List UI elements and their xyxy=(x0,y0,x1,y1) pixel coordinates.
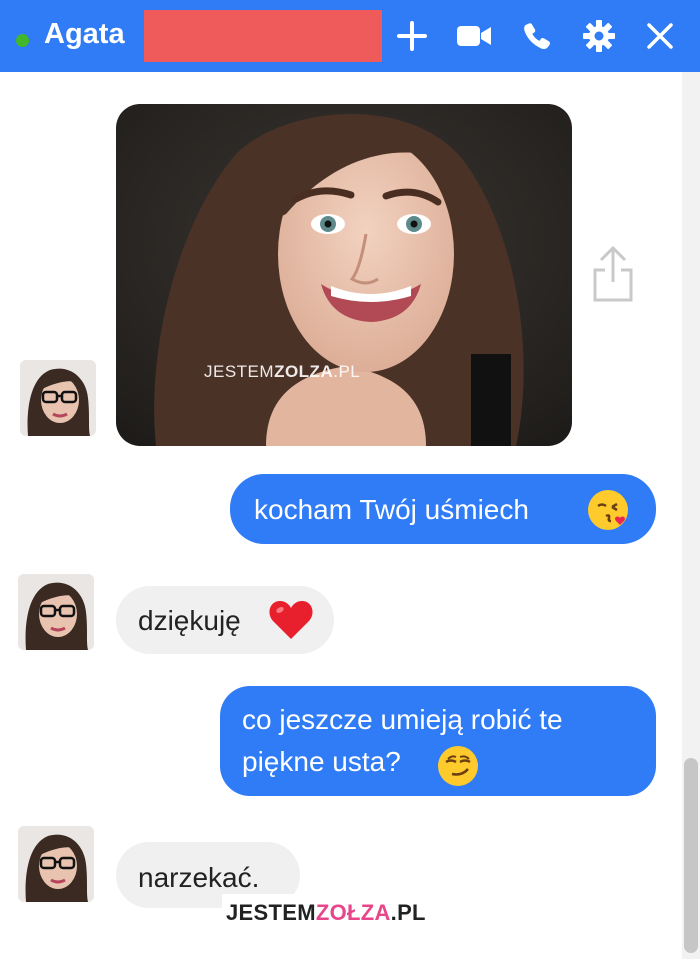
message-text: kocham Twój uśmiech xyxy=(254,494,529,525)
message-text-line2: piękne usta? xyxy=(242,746,401,777)
settings-icon[interactable] xyxy=(581,18,617,54)
outgoing-message[interactable]: kocham Twój uśmiech xyxy=(230,474,656,544)
add-icon[interactable] xyxy=(394,18,430,54)
kissing-face-emoji xyxy=(586,488,630,539)
smirking-face-emoji xyxy=(436,744,480,795)
photo-watermark: JESTEMZOLZA.PL xyxy=(204,362,361,381)
scrollbar-thumb[interactable] xyxy=(684,758,698,953)
message-text: narzekać. xyxy=(138,862,260,893)
online-status-dot xyxy=(16,34,29,47)
contact-avatar[interactable] xyxy=(20,360,96,436)
share-icon[interactable] xyxy=(589,244,637,304)
red-heart-emoji xyxy=(268,599,314,648)
close-icon[interactable] xyxy=(642,18,678,54)
site-watermark: JESTEM ZOŁZA .PL xyxy=(222,894,472,932)
incoming-message[interactable]: dziękuję xyxy=(116,586,334,654)
video-call-icon[interactable] xyxy=(456,18,492,54)
contact-name[interactable]: Agata xyxy=(44,18,125,51)
shared-photo[interactable] xyxy=(116,104,572,446)
message-text: dziękuję xyxy=(138,605,241,636)
chat-header: Agata xyxy=(0,0,700,72)
message-text-line1: co jeszcze umieją robić te xyxy=(242,704,563,735)
contact-avatar[interactable] xyxy=(18,826,94,902)
watermark-brand: ZOŁZA xyxy=(315,900,391,925)
phone-icon[interactable] xyxy=(518,18,554,54)
contact-avatar[interactable] xyxy=(18,574,94,650)
outgoing-message[interactable]: co jeszcze umieją robić te piękne usta? xyxy=(220,686,656,796)
redacted-surname-block xyxy=(144,10,382,62)
